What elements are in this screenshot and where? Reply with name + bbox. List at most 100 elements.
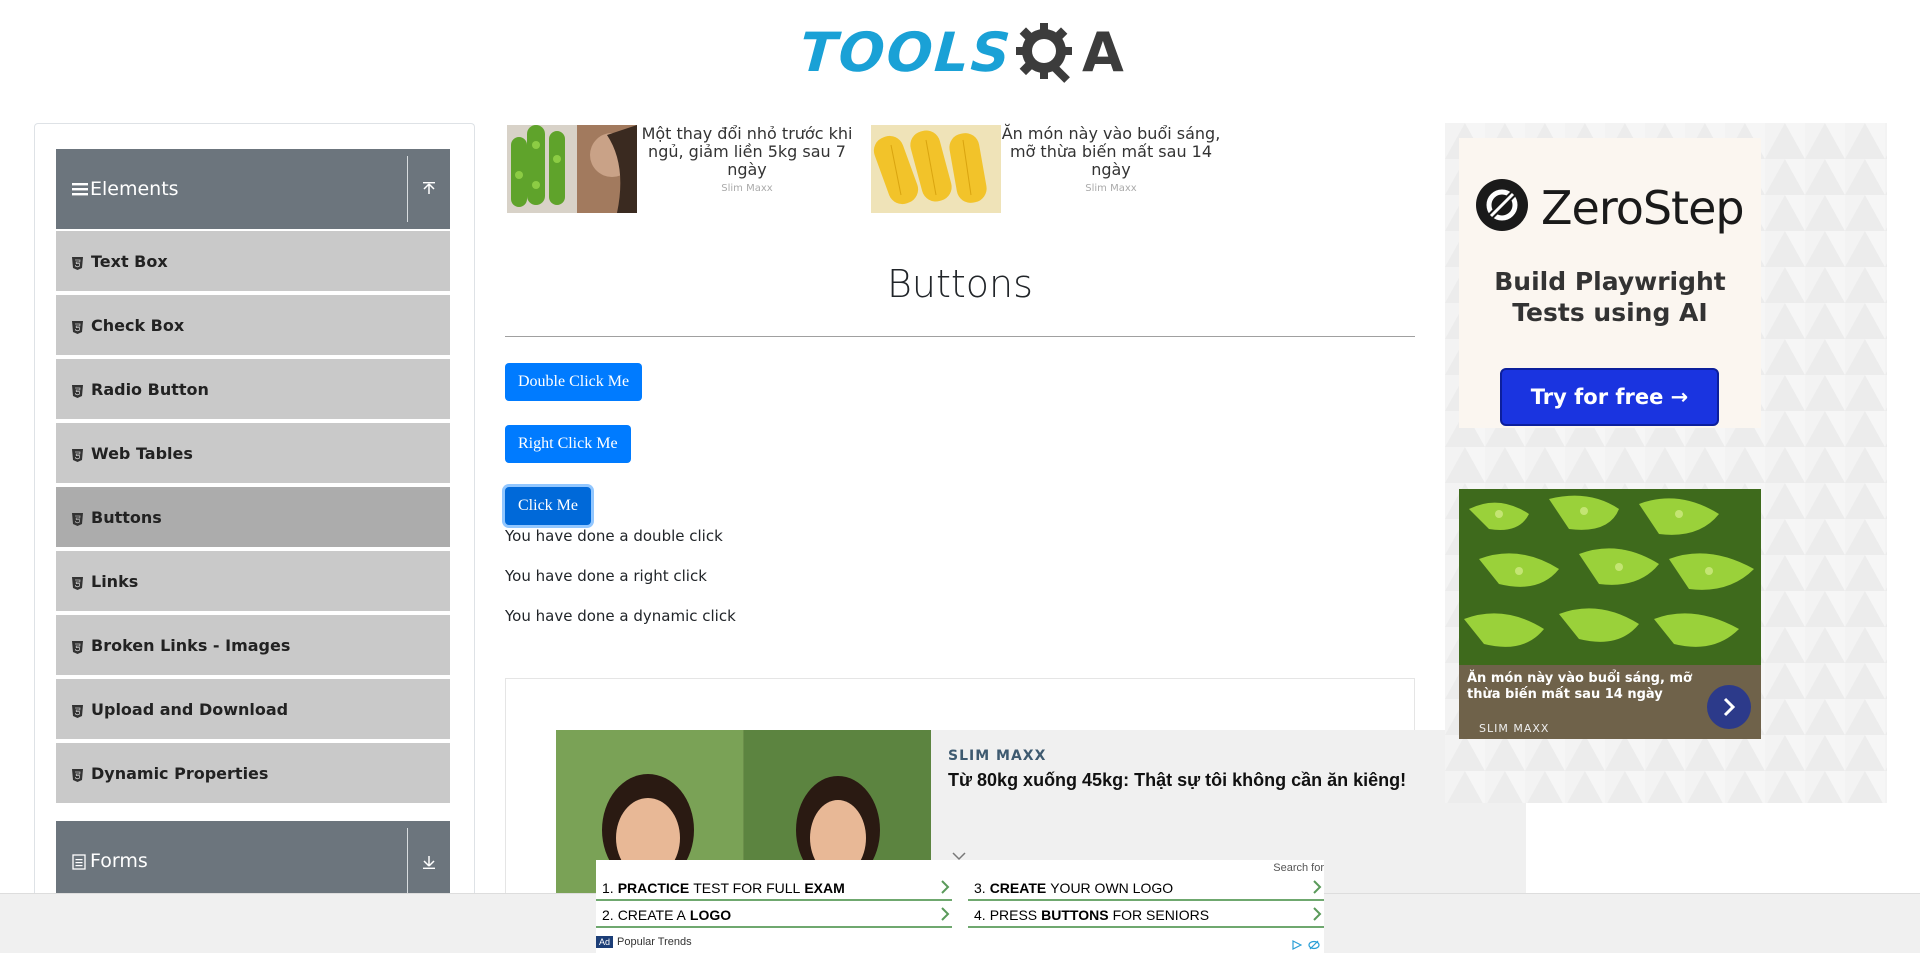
ad-headline: Ăn món này vào buổi sáng, mỡ thừa biến m… bbox=[1467, 671, 1692, 702]
elements-group-header[interactable]: Elements bbox=[56, 149, 450, 229]
sidebar-item-dynamic-properties[interactable]: Dynamic Properties bbox=[56, 741, 450, 803]
ad-caption: Ăn món này vào buổi sáng, mỡ thừa biến m… bbox=[1001, 125, 1221, 213]
forms-group-header[interactable]: Forms bbox=[56, 821, 450, 901]
next-arrow-button[interactable] bbox=[1707, 685, 1751, 729]
search-result-1[interactable]: 1. PRACTICE TEST FOR FULL EXAM bbox=[596, 877, 952, 901]
ad-caption: Một thay đổi nhỏ trước khi ngủ, giảm liề… bbox=[637, 125, 857, 213]
sidebar-item-label: Dynamic Properties bbox=[91, 763, 269, 783]
zerostep-icon bbox=[1475, 178, 1529, 237]
bitter-melon-ad[interactable]: Ăn món này vào buổi sáng, mỡ thừa biến m… bbox=[1459, 489, 1761, 739]
sidebar-item-text-box[interactable]: Text Box bbox=[56, 229, 450, 291]
html5-icon bbox=[72, 447, 83, 462]
double-click-message: You have done a double click bbox=[505, 527, 723, 545]
ad-source: SLIM MAXX bbox=[1479, 722, 1550, 735]
left-panel: Elements Text Box Check Box Radio Button… bbox=[34, 123, 475, 953]
html5-icon bbox=[72, 703, 83, 718]
gear-magnifier-icon bbox=[1012, 17, 1082, 87]
ad-thumbnail-vegetable bbox=[507, 125, 637, 213]
result-bold: LOGO bbox=[689, 907, 732, 923]
search-result-2[interactable]: 2. CREATE A LOGO bbox=[596, 904, 952, 928]
search-for-label: Search for bbox=[1273, 862, 1324, 874]
search-result-4[interactable]: 4. PRESS BUTTONS FOR SENIORS bbox=[968, 904, 1324, 928]
ad-brand: SLIM MAXX bbox=[948, 748, 1047, 764]
sidebar-item-links[interactable]: Links bbox=[56, 549, 450, 611]
result-text: TEST FOR FULL bbox=[693, 880, 801, 896]
hamburger-icon bbox=[72, 182, 88, 196]
result-text: PRESS bbox=[989, 907, 1038, 923]
sidebar-item-buttons[interactable]: Buttons bbox=[56, 485, 450, 547]
try-for-free-button[interactable]: Try for free → bbox=[1500, 368, 1719, 426]
result-bold: BUTTONS bbox=[1041, 907, 1109, 923]
html5-icon bbox=[72, 511, 83, 526]
chevron-right-icon bbox=[940, 879, 950, 898]
close-ad-icon[interactable] bbox=[1308, 937, 1320, 953]
sidebar-item-label: Web Tables bbox=[91, 443, 193, 463]
result-number: 1. bbox=[602, 880, 614, 896]
collapse-up-icon[interactable] bbox=[416, 176, 442, 202]
zerostep-tagline: Build Playwright Tests using AI bbox=[1494, 267, 1726, 327]
result-number: 4. bbox=[974, 907, 986, 923]
ad-source: Slim Maxx bbox=[1085, 183, 1137, 194]
sidebar-item-label: Text Box bbox=[91, 251, 168, 271]
result-bold: PRACTICE bbox=[617, 880, 690, 896]
html5-icon bbox=[72, 767, 83, 782]
logo-tools-text: TOOLS bbox=[797, 20, 1015, 84]
ad-source: Slim Maxx bbox=[721, 183, 773, 194]
search-ad[interactable]: Search for 1. PRACTICE TEST FOR FULL EXA… bbox=[596, 860, 1324, 953]
html5-icon bbox=[72, 319, 83, 334]
ad-headline: Ăn món này vào buổi sáng, mỡ thừa biến m… bbox=[1001, 124, 1221, 179]
result-text: CREATE A bbox=[617, 907, 686, 923]
native-ad-2[interactable]: Ăn món này vào buổi sáng, mỡ thừa biến m… bbox=[871, 125, 1221, 213]
page-title: Buttons bbox=[887, 262, 1033, 306]
sidebar-item-broken-links[interactable]: Broken Links - Images bbox=[56, 613, 450, 675]
sidebar-item-label: Radio Button bbox=[91, 379, 209, 399]
sidebar-item-label: Broken Links - Images bbox=[91, 635, 291, 655]
header-divider bbox=[407, 828, 408, 894]
elements-group-label: Elements bbox=[90, 178, 179, 200]
sidebar-item-check-box[interactable]: Check Box bbox=[56, 293, 450, 355]
sidebar-item-label: Check Box bbox=[91, 315, 185, 335]
click-me-button[interactable]: Click Me bbox=[505, 487, 591, 525]
result-bold: CREATE bbox=[989, 880, 1047, 896]
popular-trends-label: Popular Trends bbox=[617, 936, 692, 948]
right-click-message: You have done a right click bbox=[505, 567, 707, 585]
result-bold: EXAM bbox=[804, 880, 845, 896]
sidebar-item-label: Buttons bbox=[91, 507, 162, 527]
ad-headline: Một thay đổi nhỏ trước khi ngủ, giảm liề… bbox=[641, 124, 853, 179]
dynamic-click-message: You have done a dynamic click bbox=[505, 607, 736, 625]
title-divider bbox=[505, 336, 1415, 337]
chevron-right-icon bbox=[1312, 906, 1322, 925]
right-click-button[interactable]: Right Click Me bbox=[505, 425, 631, 463]
adchoices-icon[interactable] bbox=[1292, 937, 1303, 953]
sidebar-item-label: Upload and Download bbox=[91, 699, 289, 719]
html5-icon bbox=[72, 255, 83, 270]
chevron-right-icon bbox=[1312, 879, 1322, 898]
zerostep-ad[interactable]: ZeroStep Build Playwright Tests using AI… bbox=[1459, 138, 1761, 428]
sidebar-item-web-tables[interactable]: Web Tables bbox=[56, 421, 450, 483]
logo-a-text: A bbox=[1081, 20, 1126, 84]
chevron-right-icon bbox=[1723, 697, 1736, 717]
html5-icon bbox=[72, 383, 83, 398]
ad-headline: Từ 80kg xuống 45kg: Thật sự tôi không cầ… bbox=[948, 770, 1407, 790]
toolsqa-logo[interactable]: TOOLS A bbox=[797, 14, 1126, 90]
forms-group-label: Forms bbox=[90, 850, 148, 872]
sidebar-item-radio-button[interactable]: Radio Button bbox=[56, 357, 450, 419]
zerostep-name: ZeroStep bbox=[1541, 180, 1745, 235]
chevron-right-icon bbox=[940, 906, 950, 925]
result-text: YOUR OWN LOGO bbox=[1050, 880, 1174, 896]
native-ad-1[interactable]: Một thay đổi nhỏ trước khi ngủ, giảm liề… bbox=[507, 125, 857, 213]
html5-icon bbox=[72, 575, 83, 590]
ad-badge: Ad bbox=[596, 936, 614, 948]
result-number: 3. bbox=[974, 880, 986, 896]
header-divider bbox=[407, 156, 408, 222]
sidebar-item-upload-download[interactable]: Upload and Download bbox=[56, 677, 450, 739]
ad-thumbnail-corn bbox=[871, 125, 1001, 213]
zerostep-logo: ZeroStep bbox=[1475, 178, 1745, 237]
search-result-3[interactable]: 3. CREATE YOUR OWN LOGO bbox=[968, 877, 1324, 901]
double-click-button[interactable]: Double Click Me bbox=[505, 363, 643, 401]
sidebar-item-label: Links bbox=[91, 571, 139, 591]
popular-trends: Ad Popular Trends bbox=[596, 936, 692, 948]
right-ad-column: ZeroStep Build Playwright Tests using AI… bbox=[1445, 123, 1887, 803]
document-icon bbox=[72, 854, 88, 870]
expand-down-icon[interactable] bbox=[416, 848, 442, 874]
